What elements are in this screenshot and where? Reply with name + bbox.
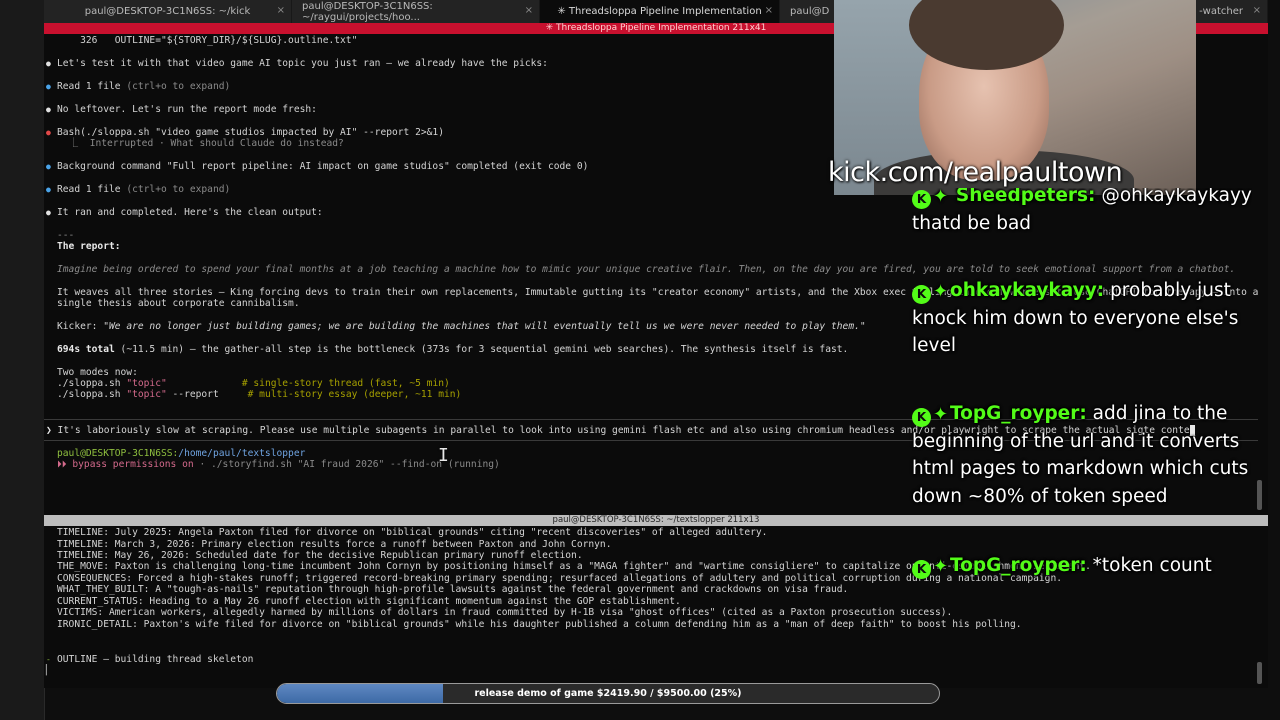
kick-badge-icon: K: [912, 408, 931, 427]
mode-arg: "topic": [126, 389, 167, 400]
goal-progress-bar: release demo of game $2419.90 / $9500.00…: [276, 683, 940, 704]
tool-name: Read 1 file: [57, 81, 121, 92]
chat-username: ohkaykaykayy:: [950, 280, 1105, 301]
mode-flag: --report: [166, 389, 248, 400]
background-status-line: Background command "Full report pipeline…: [57, 161, 589, 172]
tool-hint: (ctrl+o to expand): [120, 81, 231, 92]
gem-badge-icon: ✦: [932, 556, 949, 577]
tab-label: -watcher: [1199, 6, 1243, 17]
kick-badge-icon: K: [912, 190, 931, 209]
report-heading: The report:: [57, 241, 121, 252]
report-quote: Imagine being ordered to spend your fina…: [57, 264, 1236, 275]
tool-name: Read 1 file: [57, 184, 121, 195]
bullet-dot-icon: ●: [46, 59, 51, 68]
tab-label: ✳ Threadsloppa Pipeline Implementation: [557, 6, 762, 17]
close-icon[interactable]: ×: [765, 5, 773, 16]
status-line: ⏵⏵ bypass permissions on · ./storyfind.s…: [57, 459, 500, 470]
chat-message: K ✦ TopG_royper: add jina to the beginning…: [912, 400, 1252, 510]
kick-badge-icon: K: [912, 560, 931, 579]
chat-username: TopG_royper:: [950, 555, 1087, 576]
text-cursor-icon: I: [438, 445, 449, 466]
close-icon[interactable]: ×: [277, 5, 285, 16]
text-caret-icon: ▏: [46, 665, 52, 676]
bullet-dot-icon: ●: [46, 128, 51, 137]
tool-read-line: Read 1 file (ctrl+o to expand): [57, 184, 230, 195]
chat-message: K ✦ TopG_royper: *token count: [912, 552, 1252, 580]
output-line: WHAT_THEY_BUILT: A "tough-as-nails" repu…: [57, 584, 849, 595]
kick-badge-icon: K: [912, 285, 931, 304]
mode-flag: [167, 378, 242, 389]
tool-hint: (ctrl+o to expand): [120, 184, 231, 195]
shell-path: /home/paul/textslopper: [178, 448, 306, 459]
chat-message: K ✦ ohkaykaykayy: probably just knock him …: [912, 277, 1252, 360]
tab-label: paul@D: [790, 6, 830, 17]
bottom-pane-title-bar[interactable]: paul@DESKTOP-3C1N6SS: ~/textslopper 211x…: [44, 515, 1268, 526]
kicker-line: Kicker: "We are no longer just building …: [57, 321, 866, 332]
output-line: TIMELINE: July 2025: Angela Paxton filed…: [57, 527, 768, 538]
bullet-dot-icon: ●: [46, 208, 51, 217]
output-line: TIMELINE: May 26, 2026: Scheduled date f…: [57, 550, 583, 561]
bash-command-line: Bash(./sloppa.sh "video game studios imp…: [57, 127, 444, 138]
tab-label: paul@DESKTOP-3C1N6SS: ~/raygui/projects/…: [302, 0, 433, 23]
timing-detail: (~11.5 min) — the gather-all step is the…: [114, 344, 849, 355]
bullet-dot-icon: ●: [46, 162, 51, 171]
bottom-terminal-pane[interactable]: TIMELINE: July 2025: Angela Paxton filed…: [44, 526, 1268, 688]
mode-command: ./sloppa.sh: [57, 378, 127, 389]
report-summary-line: single thesis about corporate cannibalis…: [57, 298, 300, 309]
shell-prompt: paul@DESKTOP-3C1N6SS:/home/paul/textslop…: [57, 448, 305, 459]
tab-raygui[interactable]: paul@DESKTOP-3C1N6SS: ~/raygui/projects/…: [292, 0, 540, 23]
mode-command: ./sloppa.sh: [57, 389, 127, 400]
bypass-label[interactable]: bypass permissions on: [67, 459, 193, 470]
tab-threadsloppa[interactable]: ✳ Threadsloppa Pipeline Implementation ×: [540, 0, 780, 23]
close-icon[interactable]: ×: [1253, 5, 1261, 16]
chat-username: TopG_royper:: [950, 403, 1087, 424]
mode-comment: # single-story thread (fast, ~5 min): [241, 378, 450, 389]
bullet-dot-icon: ●: [46, 82, 51, 91]
goal-progress-label: release demo of game $2419.90 / $9500.00…: [474, 688, 742, 699]
mode-line: ./sloppa.sh "topic" # single-story threa…: [57, 378, 450, 389]
mode-comment: # multi-story essay (deeper, ~11 min): [247, 389, 462, 400]
gem-badge-icon: ✦: [932, 404, 949, 425]
output-line: VICTIMS: American workers, allegedly har…: [57, 607, 953, 618]
modes-heading: Two modes now:: [57, 367, 138, 378]
gem-badge-icon: ✦: [932, 281, 949, 302]
output-line: CURRENT_STATUS: Heading to a May 26 runo…: [57, 596, 681, 607]
assistant-message: Let's test it with that video game AI to…: [57, 58, 548, 69]
chat-message: K ✦ Sheedpeters: @ohkaykaykayy thatd be b…: [912, 185, 1252, 237]
chat-text: *token count: [1092, 555, 1212, 576]
kicker-label: Kicker:: [57, 321, 104, 332]
shell-user: paul@DESKTOP-3C1N6SS:: [57, 448, 179, 459]
output-line: TIMELINE: March 3, 2026: Primary electio…: [57, 539, 612, 550]
assistant-message: It ran and completed. Here's the clean o…: [57, 207, 323, 218]
left-dock: [0, 0, 45, 720]
tab-label: paul@DESKTOP-3C1N6SS: ~/kick: [84, 6, 251, 17]
mode-arg: "topic": [126, 378, 167, 389]
markdown-rule: ---: [57, 230, 75, 241]
bullet-dot-icon: ●: [46, 105, 51, 114]
running-task: · ./storyfind.sh "AI fraud 2026" --find-…: [193, 459, 500, 470]
bullet-dot-icon: ●: [46, 185, 51, 194]
chat-username: Sheedpeters:: [955, 185, 1096, 206]
scrollbar-thumb[interactable]: [1257, 662, 1262, 684]
timing-total: 694s total: [57, 344, 115, 355]
gem-badge-icon: ✦: [932, 186, 949, 207]
bypass-icon: ⏵⏵: [57, 459, 67, 470]
bullet-dash-icon: -: [46, 655, 51, 664]
scrollbar-thumb[interactable]: [1257, 480, 1262, 510]
timing-line: 694s total (~11.5 min) — the gather-all …: [57, 344, 848, 355]
interrupted-line: ⎿ Interrupted · What should Claude do in…: [57, 138, 344, 149]
tool-read-line: Read 1 file (ctrl+o to expand): [57, 81, 230, 92]
kicker-quote: "We are no longer just building games; w…: [103, 321, 866, 332]
code-line: 326 OUTLINE="${STORY_DIR}/${SLUG}.outlin…: [57, 35, 358, 46]
mode-line: ./sloppa.sh "topic" --report # multi-sto…: [57, 389, 461, 400]
outline-status: OUTLINE — building thread skeleton: [57, 654, 254, 665]
output-line: IRONIC_DETAIL: Paxton's wife filed for d…: [57, 619, 1022, 630]
close-icon[interactable]: ×: [525, 5, 533, 16]
tab-kick[interactable]: paul@DESKTOP-3C1N6SS: ~/kick ×: [44, 0, 292, 23]
kick-url-label: kick.com/realpaultown: [828, 157, 1123, 188]
assistant-message: No leftover. Let's run the report mode f…: [57, 104, 317, 115]
